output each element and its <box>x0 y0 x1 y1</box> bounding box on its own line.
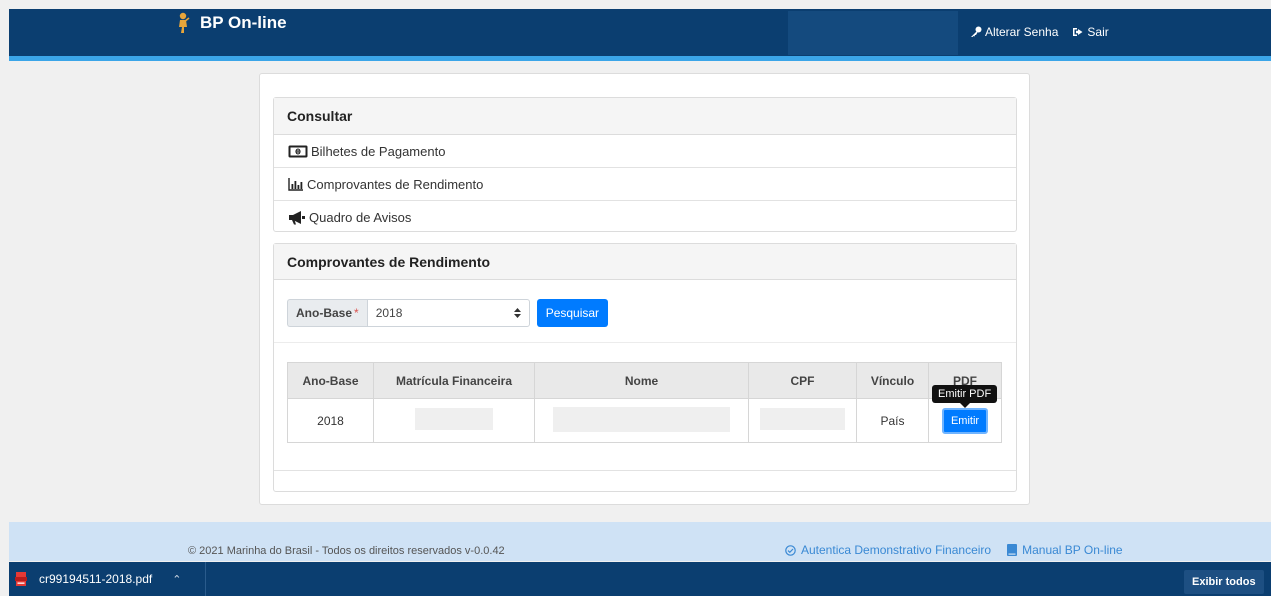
check-circle-icon <box>785 544 796 556</box>
panel-footer-divider <box>274 470 1016 471</box>
menu-item-comprovantes[interactable]: Comprovantes de Rendimento <box>274 168 1016 201</box>
mascot-logo-icon <box>179 12 190 33</box>
column-header: Matrícula Financeira <box>373 362 535 399</box>
download-file-name: cr99194511-2018.pdf <box>39 572 153 586</box>
ano-base-label: Ano-Base * <box>287 299 367 327</box>
column-header: Nome <box>534 362 749 399</box>
change-password-link[interactable]: Alterar Senha <box>970 25 1058 39</box>
megaphone-icon <box>289 211 305 225</box>
copyright-text: © 2021 Marinha do Brasil - Todos os dire… <box>188 545 505 557</box>
comprovantes-heading: Comprovantes de Rendimento <box>274 244 1016 280</box>
filter-form: Ano-Base * 2018 Pesquisar <box>287 299 609 327</box>
menu-item-quadro-avisos[interactable]: Quadro de Avisos <box>274 201 1016 234</box>
cell-vinculo: País <box>856 398 929 443</box>
ano-base-select[interactable]: 2018 <box>366 299 530 327</box>
cell-ano-base: 2018 <box>287 398 374 443</box>
bar-chart-icon <box>288 177 303 191</box>
redacted-matricula <box>415 408 493 430</box>
logout-link[interactable]: Sair <box>1072 25 1109 39</box>
authenticate-link[interactable]: Autentica Demonstrativo Financeiro <box>785 543 991 557</box>
consultar-heading: Consultar <box>274 98 1016 135</box>
cell-nome <box>534 398 749 443</box>
navbar-accent-stripe <box>9 56 1271 61</box>
required-mark: * <box>354 306 359 320</box>
search-button[interactable]: Pesquisar <box>536 299 609 327</box>
chevron-up-icon[interactable]: ⌃ <box>172 573 181 586</box>
column-header: Ano-Base <box>287 362 374 399</box>
emit-pdf-button[interactable]: Emitir <box>942 407 988 434</box>
change-password-label: Alterar Senha <box>985 25 1059 39</box>
cell-cpf <box>748 398 857 443</box>
column-header: CPF <box>748 362 857 399</box>
menu-item-label: Bilhetes de Pagamento <box>311 143 446 159</box>
consultar-panel: Consultar 0 Bilhetes de Pagamento Compro… <box>273 97 1017 232</box>
menu-item-label: Quadro de Avisos <box>309 210 412 225</box>
menu-item-bilhetes[interactable]: 0 Bilhetes de Pagamento <box>274 135 1016 168</box>
authenticate-link-label: Autentica Demonstrativo Financeiro <box>801 543 992 557</box>
sign-out-icon <box>1073 28 1083 36</box>
cell-matricula <box>373 398 535 443</box>
logout-label: Sair <box>1087 25 1109 39</box>
table-row: 2018 País Emitir <box>287 398 1002 443</box>
svg-text:0: 0 <box>297 149 300 155</box>
ano-base-label-text: Ano-Base <box>296 306 353 320</box>
redacted-cpf <box>760 408 845 430</box>
column-header: Vínculo <box>856 362 929 399</box>
panel-divider <box>274 342 1016 343</box>
pdf-file-icon <box>15 572 27 586</box>
show-all-downloads-button[interactable]: Exibir todos <box>1184 570 1264 594</box>
select-arrows-icon <box>513 308 521 318</box>
page-footer: © 2021 Marinha do Brasil - Todos os dire… <box>9 522 1271 561</box>
table-header-row: Ano-Base Matrícula Financeira Nome CPF V… <box>287 362 1002 399</box>
menu-item-label: Comprovantes de Rendimento <box>307 176 484 192</box>
ano-base-selected-value: 2018 <box>375 306 403 320</box>
navbar-links: Alterar Senha Sair <box>970 25 1109 39</box>
key-icon <box>971 26 982 37</box>
brand-title: BP On-line <box>200 13 287 32</box>
manual-link-label: Manual BP On-line <box>1022 543 1123 557</box>
footer-links: Autentica Demonstrativo Financeiro Manua… <box>785 543 1123 557</box>
download-bar: cr99194511-2018.pdf ⌃ Exibir todos <box>9 562 1271 596</box>
brand[interactable]: BP On-line <box>176 12 287 34</box>
user-info-redacted <box>788 11 958 55</box>
redacted-nome <box>553 406 730 432</box>
results-table: Ano-Base Matrícula Financeira Nome CPF V… <box>287 362 1002 443</box>
book-icon <box>1007 544 1018 556</box>
money-bill-icon: 0 <box>288 145 308 157</box>
manual-link[interactable]: Manual BP On-line <box>1007 543 1123 557</box>
emit-pdf-tooltip: Emitir PDF <box>932 385 998 408</box>
download-item[interactable]: cr99194511-2018.pdf ⌃ <box>9 562 206 596</box>
